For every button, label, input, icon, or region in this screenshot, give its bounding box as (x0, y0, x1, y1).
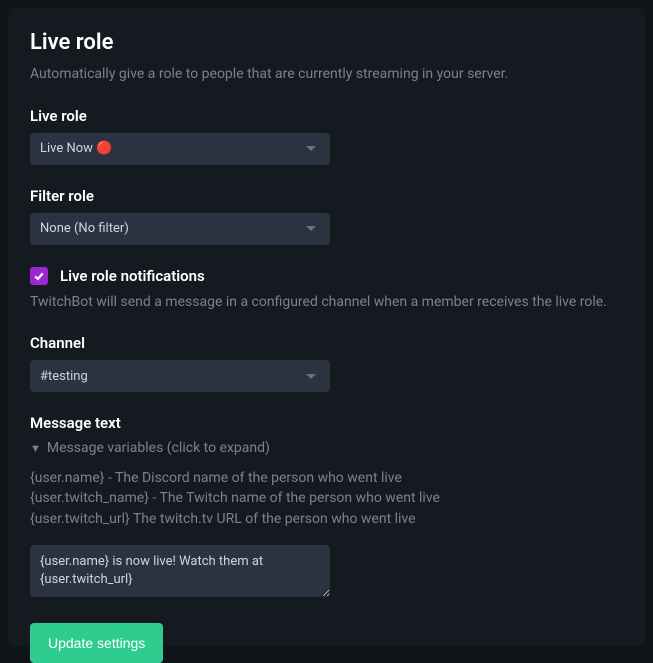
notifications-help: TwitchBot will send a message in a confi… (30, 293, 623, 313)
expander-label: Message variables (click to expand) (47, 440, 270, 456)
triangle-down-icon: ▼ (30, 442, 41, 455)
notifications-label: Live role notifications (60, 267, 205, 285)
channel-label: Channel (30, 334, 623, 352)
filter-role-label: Filter role (30, 187, 623, 205)
message-variables-list: {user.name} - The Discord name of the pe… (30, 468, 623, 529)
page-subtitle: Automatically give a role to people that… (30, 65, 623, 85)
chevron-down-icon (306, 226, 316, 231)
page-title: Live role (30, 30, 623, 55)
notifications-checkbox[interactable] (30, 267, 48, 285)
live-role-value: Live Now 🔴 (40, 141, 112, 156)
live-role-panel: Live role Automatically give a role to p… (8, 8, 645, 646)
message-text-label: Message text (30, 414, 623, 432)
filter-role-select[interactable]: None (No filter) (30, 213, 330, 245)
message-text-input[interactable] (30, 545, 330, 597)
update-settings-button[interactable]: Update settings (30, 623, 163, 663)
live-role-label: Live role (30, 107, 623, 125)
channel-value: #testing (40, 369, 88, 384)
message-variables-expander[interactable]: ▼ Message variables (click to expand) (30, 440, 623, 456)
chevron-down-icon (306, 374, 316, 379)
check-icon (33, 270, 45, 282)
live-role-select[interactable]: Live Now 🔴 (30, 133, 330, 165)
chevron-down-icon (306, 146, 316, 151)
channel-select[interactable]: #testing (30, 360, 330, 392)
filter-role-value: None (No filter) (40, 221, 129, 236)
